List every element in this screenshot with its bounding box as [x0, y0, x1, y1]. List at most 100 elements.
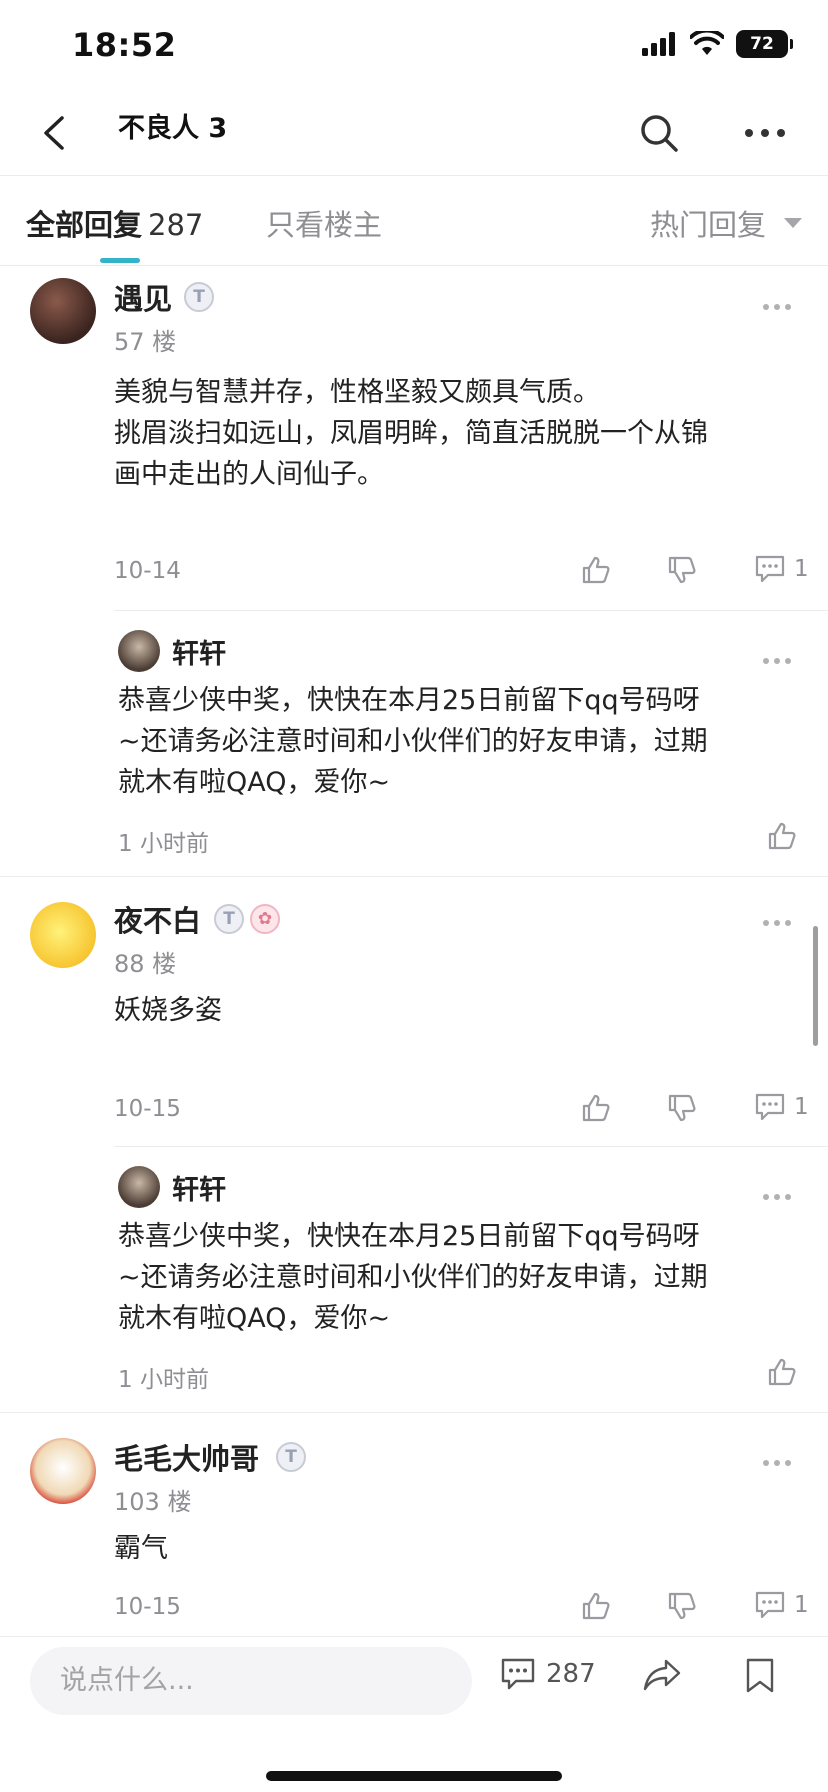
level-badge: T [276, 1442, 306, 1472]
status-time: 18:52 [72, 26, 177, 64]
reply-avatar[interactable] [118, 630, 160, 672]
thumbs-up-icon [582, 1592, 610, 1620]
like-button[interactable] [580, 1590, 612, 1622]
comment-text: 美貌与智慧并存，性格坚毅又颇具气质。 挑眉淡扫如远山，凤眉明眸，简直活脱脱一个从… [114, 372, 794, 495]
comment-date: 10-15 [114, 1096, 181, 1122]
comment-icon [755, 1591, 785, 1619]
level-badge: T [184, 282, 214, 312]
comment-line: 妖娆多姿 [114, 995, 222, 1026]
tab-all-replies[interactable]: 全部回复 287 [26, 202, 203, 244]
reply-count: 1 [794, 1592, 809, 1618]
share-icon[interactable] [642, 1657, 682, 1693]
reply-line: ~还请务必注意时间和小伙伴们的好友申请，过期 [118, 726, 708, 757]
nav-bar: 不良人 3 [0, 90, 828, 176]
battery-indicator: 72 [736, 30, 793, 58]
sort-dropdown[interactable]: 热门回复 [650, 202, 802, 244]
reply-line: 恭喜少侠中奖，快快在本月25日前留下qq号码呀 [118, 1221, 700, 1252]
user-name[interactable]: 夜不白 [114, 898, 201, 940]
comment-line: 霸气 [114, 1533, 168, 1564]
tab-owner-only[interactable]: 只看楼主 [266, 202, 382, 244]
reply-time: 1 小时前 [118, 831, 209, 857]
reply-button[interactable]: 1 [754, 554, 809, 584]
like-button[interactable] [580, 554, 612, 586]
reply-user-name[interactable]: 轩轩 [172, 1168, 226, 1207]
chevron-down-icon [784, 218, 802, 228]
comment-more-icon[interactable] [762, 918, 792, 928]
thumbs-up-icon [768, 1358, 796, 1386]
medal-badge-icon: ✿ [250, 904, 280, 934]
comment-date: 10-14 [114, 558, 181, 584]
reply-more-icon[interactable] [762, 1192, 792, 1202]
comment-text: 妖娆多姿 [114, 990, 794, 1031]
comment-icon [755, 555, 785, 583]
divider [0, 876, 828, 877]
level-badge: T [214, 904, 244, 934]
thumbs-up-icon [582, 1094, 610, 1122]
reply-tabs: 全部回复 287 只看楼主 热门回复 [0, 176, 828, 266]
comment-icon [501, 1658, 535, 1690]
reply-button[interactable]: 1 [754, 1590, 809, 1620]
reply-line: ~还请务必注意时间和小伙伴们的好友申请，过期 [118, 1262, 708, 1293]
status-icons: 72 [642, 30, 793, 58]
user-name[interactable]: 遇见 [114, 276, 172, 318]
page-title: 不良人 3 [118, 113, 228, 144]
comment-line: 画中走出的人间仙子。 [114, 459, 384, 490]
reply-count: 1 [794, 556, 809, 582]
comment-icon [755, 1093, 785, 1121]
tab-all-label: 全部回复 [26, 208, 143, 242]
tab-active-indicator [100, 258, 140, 263]
reply-like-button[interactable] [766, 1356, 798, 1388]
dislike-button[interactable] [666, 554, 698, 586]
comment-more-icon[interactable] [762, 1458, 792, 1468]
comment-date: 10-15 [114, 1594, 181, 1620]
more-icon[interactable] [742, 118, 788, 148]
reply-line: 恭喜少侠中奖，快快在本月25日前留下qq号码呀 [118, 685, 700, 716]
thumbs-up-icon [582, 556, 610, 584]
bottom-bar: 说点什么... 287 [0, 1636, 828, 1792]
comment-input[interactable]: 说点什么... [30, 1647, 472, 1715]
thumbs-down-icon [668, 556, 696, 584]
avatar[interactable] [30, 902, 96, 968]
floor-number: 57 楼 [114, 328, 177, 356]
comment-line: 美貌与智慧并存，性格坚毅又颇具气质。 [114, 377, 600, 408]
home-indicator [266, 1771, 562, 1781]
reply-line: 就木有啦QAQ，爱你~ [118, 767, 391, 798]
search-icon[interactable] [636, 110, 682, 156]
comment-line: 挑眉淡扫如远山，凤眉明眸，简直活脱脱一个从锦 [114, 418, 708, 449]
reply-like-button[interactable] [766, 820, 798, 852]
floor-number: 88 楼 [114, 950, 177, 978]
dislike-button[interactable] [666, 1092, 698, 1124]
reply-text: 恭喜少侠中奖，快快在本月25日前留下qq号码呀 ~还请务必注意时间和小伙伴们的好… [118, 680, 798, 803]
reply-text: 恭喜少侠中奖，快快在本月25日前留下qq号码呀 ~还请务必注意时间和小伙伴们的好… [118, 1216, 798, 1339]
divider [0, 1412, 828, 1413]
wifi-icon [690, 31, 724, 55]
divider [114, 1146, 828, 1147]
comments-button[interactable]: 287 [500, 1657, 596, 1691]
tab-all-count: 287 [148, 208, 204, 242]
reply-avatar[interactable] [118, 1166, 160, 1208]
reply-line: 就木有啦QAQ，爱你~ [118, 1303, 391, 1334]
reply-button[interactable]: 1 [754, 1092, 809, 1122]
floor-number: 103 楼 [114, 1488, 192, 1516]
user-name[interactable]: 毛毛大帅哥 [114, 1436, 259, 1478]
signal-icon [642, 32, 675, 56]
back-arrow-icon[interactable] [32, 108, 82, 158]
scrollbar[interactable] [813, 926, 818, 1046]
thumbs-down-icon [668, 1094, 696, 1122]
reply-count: 1 [794, 1094, 809, 1120]
bookmark-icon[interactable] [744, 1657, 776, 1695]
comment-total: 287 [546, 1659, 596, 1689]
avatar[interactable] [30, 1438, 96, 1504]
reply-user-name[interactable]: 轩轩 [172, 632, 226, 671]
reply-more-icon[interactable] [762, 656, 792, 666]
comment-text: 霸气 [114, 1528, 794, 1569]
reply-time: 1 小时前 [118, 1367, 209, 1393]
comment-more-icon[interactable] [762, 302, 792, 312]
avatar[interactable] [30, 278, 96, 344]
sort-label: 热门回复 [649, 208, 766, 242]
dislike-button[interactable] [666, 1590, 698, 1622]
divider [114, 610, 828, 611]
thumbs-up-icon [768, 822, 796, 850]
thumbs-down-icon [668, 1592, 696, 1620]
like-button[interactable] [580, 1092, 612, 1124]
